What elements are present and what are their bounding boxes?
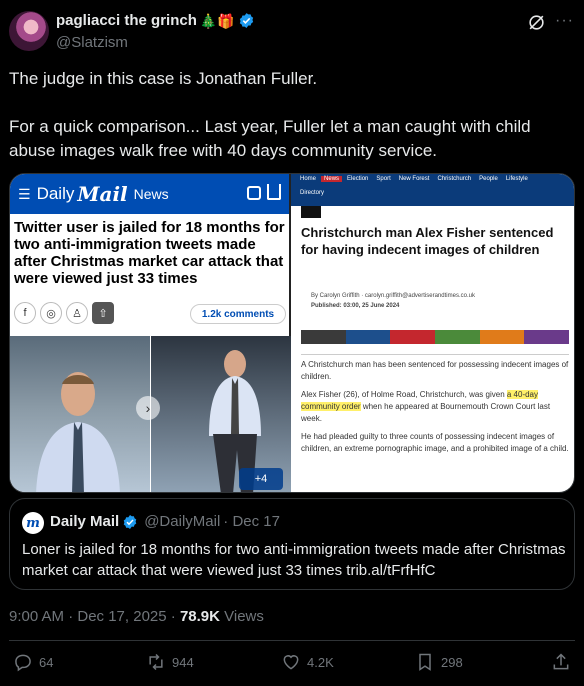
author-emojis: 🎄🎁 bbox=[199, 12, 235, 29]
dailymail-comments-label: 1.2k comments bbox=[201, 308, 275, 320]
action-bar: 64 944 4.2K 298 bbox=[0, 652, 584, 680]
reply-button[interactable]: 64 bbox=[13, 652, 53, 672]
menu-icon: ☰ bbox=[18, 185, 31, 202]
repost-button[interactable]: 944 bbox=[146, 652, 194, 672]
dailymail-logo-daily: Daily bbox=[36, 184, 75, 203]
article-nav-item: People bbox=[479, 176, 498, 182]
article-nav-item: Election bbox=[347, 176, 369, 182]
quote-date: · Dec 17 bbox=[223, 513, 280, 530]
share-button[interactable] bbox=[551, 652, 571, 672]
article-color-strip bbox=[301, 330, 570, 344]
article-nav-item: New Forest bbox=[398, 176, 430, 182]
like-count: 4.2K bbox=[307, 654, 334, 670]
snapchat-icon: ♙ bbox=[66, 302, 88, 324]
tweet-text: The judge in this case is Jonathan Fulle… bbox=[9, 69, 531, 160]
article-divider bbox=[301, 354, 570, 355]
author-name-row: pagliacci the grinch 🎄🎁 bbox=[56, 12, 255, 29]
article-nav-item: Christchurch bbox=[437, 176, 472, 182]
comment-icon bbox=[247, 186, 262, 200]
bookmark-count: 298 bbox=[441, 654, 463, 670]
photo-man-right: +4 bbox=[151, 336, 291, 492]
tweet-meta: 9:00 AM · Dec 17, 2025 · 78.9K Views bbox=[9, 608, 264, 625]
share-box-icon: ⇧ bbox=[92, 302, 114, 324]
photo-man-left bbox=[10, 336, 150, 492]
dailymail-header: ☰ Daily Mail News bbox=[10, 174, 290, 214]
grok-icon[interactable] bbox=[527, 13, 546, 32]
article-byline: By Carolyn Griffith · carolyn.griffith@a… bbox=[311, 291, 475, 311]
repost-icon bbox=[149, 653, 163, 671]
divider bbox=[9, 640, 575, 641]
media-image-article[interactable]: Home News Election Sport New Forest Christchu… bbox=[291, 174, 574, 492]
article-nav: Home News Election Sport New Forest Christchu… bbox=[291, 174, 574, 184]
tweet-timestamp[interactable]: 9:00 AM · Dec 17, 2025 · bbox=[9, 608, 180, 625]
verified-badge-icon bbox=[239, 13, 253, 28]
article-strip-segment bbox=[435, 330, 480, 344]
article-para-3: He had pleaded guilty to three counts of… bbox=[301, 432, 569, 453]
article-strip-segment bbox=[390, 330, 436, 344]
quote-author-name: Daily Mail bbox=[50, 513, 120, 530]
dailymail-headline: Twitter user is jailed for 18 months for… bbox=[14, 219, 285, 287]
bookmark-icon bbox=[419, 653, 431, 671]
views-label: Views bbox=[219, 608, 264, 625]
article-body: A Christchurch man has been sentenced fo… bbox=[301, 359, 569, 461]
media-image-dailymail[interactable]: ☰ Daily Mail News Twitter user is jailed… bbox=[10, 174, 291, 492]
repost-count: 944 bbox=[172, 654, 194, 670]
article-headline: Christchurch man Alex Fisher sentenced f… bbox=[301, 225, 554, 257]
article-nav-item: Lifestyle bbox=[505, 176, 528, 182]
author-handle[interactable]: @Slatzism bbox=[56, 34, 128, 51]
chevron-right-icon: › bbox=[136, 396, 160, 420]
reply-count: 64 bbox=[39, 654, 54, 670]
person-photo-1 bbox=[36, 372, 120, 492]
article-para-1: A Christchurch man has been sentenced fo… bbox=[301, 360, 569, 381]
facebook-icon: f bbox=[14, 302, 36, 324]
article-strip-segment bbox=[301, 330, 346, 344]
tweet-media[interactable]: ☰ Daily Mail News Twitter user is jailed… bbox=[9, 173, 575, 493]
dailymail-share-row: f ◎ ♙ ⇧ bbox=[14, 302, 114, 324]
author-avatar[interactable] bbox=[9, 11, 49, 51]
article-strip-segment bbox=[345, 330, 391, 344]
quote-text: Loner is jailed for 18 months for two an… bbox=[22, 541, 566, 579]
article-logo-block bbox=[301, 206, 322, 218]
quote-author-handle: @DailyMail bbox=[144, 513, 221, 530]
like-button[interactable]: 4.2K bbox=[281, 652, 334, 672]
article-para-2: Alex Fisher (26), of Holme Road, Christc… bbox=[301, 389, 569, 425]
verified-badge-icon bbox=[123, 514, 137, 529]
heart-icon bbox=[283, 655, 299, 670]
article-para-2a: Alex Fisher (26), of Holme Road, Christc… bbox=[301, 390, 507, 399]
reply-icon bbox=[15, 654, 31, 672]
article-nav-item: News bbox=[321, 176, 343, 182]
dailymail-section: News bbox=[133, 186, 169, 202]
article-published: Published: 03:00, 25 June 2024 bbox=[311, 303, 400, 309]
share-icon bbox=[553, 653, 569, 670]
article-author: By Carolyn Griffith · carolyn.griffith@a… bbox=[311, 293, 475, 299]
whatsapp-icon: ◎ bbox=[40, 302, 62, 324]
views-count: 78.9K bbox=[179, 608, 220, 625]
author-display-name[interactable]: pagliacci the grinch bbox=[56, 12, 197, 29]
article-nav-item: Sport bbox=[376, 176, 391, 182]
article-nav-item: Home bbox=[300, 176, 317, 182]
article-strip-segment bbox=[479, 330, 525, 344]
more-options-icon[interactable]: ··· bbox=[555, 13, 575, 33]
quoted-tweet[interactable]: m Daily Mail @DailyMail · Dec 17 Loner i… bbox=[9, 498, 575, 590]
quote-avatar: m bbox=[22, 512, 44, 534]
share-icon bbox=[267, 184, 282, 200]
dailymail-comments: 1.2k comments bbox=[190, 304, 286, 324]
more-photos-badge: +4 bbox=[239, 468, 283, 490]
article-strip-segment bbox=[524, 330, 570, 344]
bookmark-button[interactable]: 298 bbox=[415, 652, 463, 672]
quote-header: Daily Mail @DailyMail · Dec 17 bbox=[50, 513, 280, 530]
article-subnav: Directory bbox=[291, 184, 574, 206]
dailymail-logo-mail: Mail bbox=[77, 182, 128, 206]
more-photos-count: +4 bbox=[254, 473, 268, 485]
